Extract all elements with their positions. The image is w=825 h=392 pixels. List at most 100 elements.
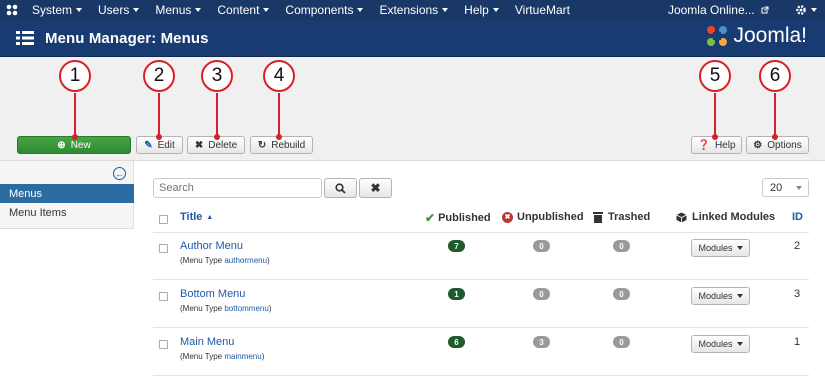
row-checkbox[interactable] (159, 292, 168, 301)
column-linked-modules-label: Linked Modules (692, 211, 776, 223)
menu-type-link[interactable]: bottommenu (224, 304, 268, 313)
sort-asc-icon: ▲ (206, 213, 214, 221)
sidebar-item-menus[interactable]: Menus (0, 184, 134, 203)
callout-1: 1 (59, 60, 91, 92)
trash-icon (593, 211, 603, 223)
column-id[interactable]: ID (792, 211, 803, 223)
chevron-down-icon (736, 294, 743, 298)
chevron-down-icon (811, 8, 817, 12)
modules-button-label: Modules (698, 339, 733, 349)
joomla-logo: Joomla! (705, 24, 807, 48)
list-limit-select[interactable]: 20 (762, 178, 809, 197)
menu-type-suffix: ) (267, 256, 270, 265)
toolbar: ⊕ New ✎ Edit ✖ Delete ↻ Rebuild ❓ Help ⚙ Optio… (0, 57, 825, 161)
callout-1-pointer (74, 93, 76, 135)
callout-5-number: 5 (709, 65, 721, 86)
options-button[interactable]: ⚙ Options (746, 136, 809, 154)
column-unpublished-label: Unpublished (517, 211, 584, 223)
column-published: ✔ Published (425, 211, 491, 225)
menu-users[interactable]: Users (90, 3, 147, 17)
menu-title-link[interactable]: Main Menu (180, 336, 234, 348)
trashed-count-badge[interactable]: 0 (613, 288, 630, 300)
menu-type-suffix: ) (268, 304, 272, 313)
callout-6-dot (772, 134, 778, 140)
menu-type-suffix: ) (261, 352, 265, 361)
column-title[interactable]: Title ▲ (180, 211, 213, 223)
search-input[interactable] (153, 178, 322, 198)
modules-dropdown-button[interactable]: Modules (691, 335, 750, 353)
select-all-checkbox[interactable] (159, 215, 168, 224)
chevron-down-icon (76, 8, 83, 12)
row-checkbox[interactable] (159, 244, 168, 253)
search-icon (335, 182, 346, 194)
row-checkbox[interactable] (159, 340, 168, 349)
menu-title-link[interactable]: Author Menu (180, 240, 243, 252)
menu-title-link[interactable]: Bottom Menu (180, 288, 245, 300)
main-menu: System Users Menus Content Components Ex… (24, 3, 578, 17)
unpublished-count-badge[interactable]: 0 (533, 240, 550, 252)
callout-4-dot (276, 134, 282, 140)
row-divider (153, 232, 809, 233)
gear-icon[interactable] (795, 4, 817, 16)
row-divider (153, 327, 809, 328)
callout-3-pointer (216, 93, 218, 135)
published-count-badge[interactable]: 1 (448, 288, 465, 300)
search-button[interactable] (324, 178, 357, 198)
edit-icon: ✎ (144, 139, 153, 151)
menu-extensions[interactable]: Extensions (371, 3, 456, 17)
chevron-down-icon (736, 246, 743, 250)
callout-4: 4 (263, 60, 295, 92)
menu-menus[interactable]: Menus (147, 3, 209, 17)
joomla-icon[interactable] (0, 0, 24, 20)
collapse-sidebar-icon[interactable]: ← (113, 167, 126, 180)
row-id: 1 (794, 336, 801, 348)
trashed-count-badge[interactable]: 0 (613, 240, 630, 252)
sidebar-item-menus-label: Menus (9, 187, 43, 200)
rebuild-button[interactable]: ↻ Rebuild (250, 136, 313, 154)
modules-button-label: Modules (698, 243, 733, 253)
edit-button-label: Edit (157, 139, 175, 151)
callout-1-dot (72, 134, 78, 140)
menu-components-label: Components (285, 3, 354, 17)
unpublished-count-badge[interactable]: 0 (533, 288, 550, 300)
unpublished-count-badge[interactable]: 3 (533, 336, 550, 348)
modules-dropdown-button[interactable]: Modules (691, 239, 750, 257)
navbar-right: Joomla Online... (668, 0, 817, 20)
site-link[interactable]: Joomla Online... (668, 3, 769, 17)
callout-4-number: 4 (273, 65, 285, 86)
clear-button[interactable]: ✖ (359, 178, 392, 198)
site-link-label: Joomla Online... (667, 3, 755, 17)
menu-type-prefix: (Menu Type (180, 352, 223, 361)
modules-dropdown-button[interactable]: Modules (691, 287, 750, 305)
callout-6-pointer (774, 93, 776, 135)
top-navbar: System Users Menus Content Components Ex… (0, 0, 825, 20)
published-count-badge[interactable]: 6 (448, 336, 465, 348)
callout-3: 3 (201, 60, 233, 92)
menu-type-link[interactable]: mainmenu (224, 352, 261, 361)
close-icon: ✖ (194, 139, 204, 151)
menu-virtuemart[interactable]: VirtueMart (507, 3, 578, 17)
column-published-label: Published (438, 212, 491, 224)
sidebar-item-menu-items[interactable]: Menu Items (0, 203, 134, 222)
callout-2: 2 (143, 60, 175, 92)
column-linked-modules: Linked Modules (676, 211, 775, 223)
brand-name: Joomla! (733, 24, 807, 47)
new-button-label: New (70, 139, 91, 151)
menu-components[interactable]: Components (277, 3, 371, 17)
rebuild-button-label: Rebuild (271, 139, 306, 151)
menu-type-link[interactable]: authormenu (224, 256, 267, 265)
menu-content[interactable]: Content (209, 3, 277, 17)
close-icon: ✖ (370, 181, 381, 195)
row-divider (153, 375, 809, 376)
menu-system[interactable]: System (24, 3, 90, 17)
column-title-label: Title (180, 211, 203, 223)
page-header: Menu Manager: Menus Joomla! (0, 20, 825, 57)
trashed-count-badge[interactable]: 0 (613, 336, 630, 348)
published-count-badge[interactable]: 7 (448, 240, 465, 252)
menu-manager-page: System Users Menus Content Components Ex… (0, 0, 825, 392)
row-divider (153, 279, 809, 280)
plus-icon: ⊕ (57, 139, 66, 151)
menu-virtuemart-label: VirtueMart (514, 3, 570, 17)
menu-help[interactable]: Help (456, 3, 507, 17)
menu-type: (Menu Type mainmenu) (180, 352, 264, 361)
